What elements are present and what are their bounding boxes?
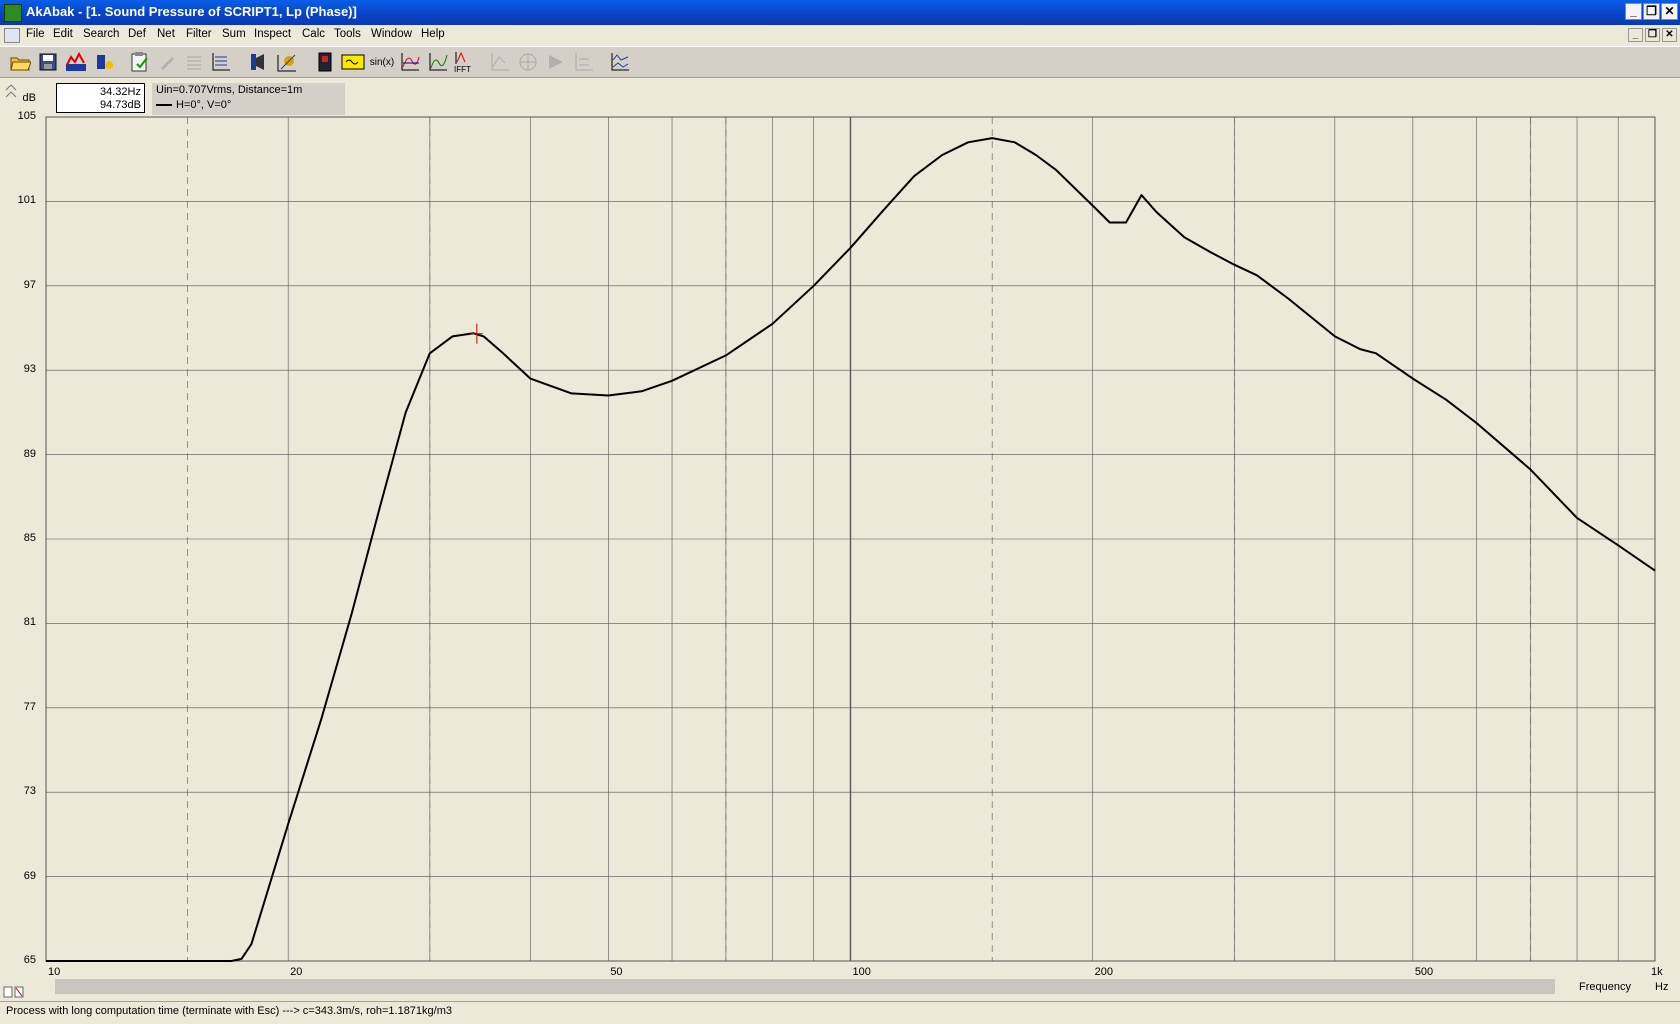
- y-tick-label: 93: [23, 363, 36, 376]
- page-icons[interactable]: [3, 986, 25, 998]
- x-tick-label: 100: [852, 966, 871, 978]
- x-axis-unit: Hz: [1655, 981, 1669, 993]
- y-tick-label: 85: [23, 532, 36, 544]
- y-tick-label: 101: [17, 194, 36, 207]
- y-tick-label: 97: [23, 278, 36, 291]
- y-tick-label: 105: [17, 110, 36, 122]
- x-tick-label: 10: [48, 966, 61, 978]
- status-bar: Process with long computation time (term…: [0, 1001, 1680, 1024]
- x-tick-label: 50: [610, 966, 623, 978]
- y-tick-label: 73: [23, 785, 36, 798]
- x-tick-label: 1k: [1651, 966, 1663, 978]
- x-tick-label: 200: [1094, 966, 1114, 978]
- y-tick-label: 81: [23, 616, 36, 629]
- status-text: Process with long computation time (term…: [6, 1005, 452, 1017]
- y-tick-label: 77: [23, 700, 36, 713]
- frequency-response-chart[interactable]: [0, 0, 1680, 1000]
- y-tick-label: 65: [23, 954, 36, 966]
- y-tick-label: 69: [23, 869, 36, 882]
- horizontal-scrollbar[interactable]: [55, 979, 1555, 994]
- x-tick-label: 500: [1414, 966, 1434, 978]
- x-tick-label: 20: [290, 966, 303, 978]
- y-tick-label: 89: [23, 447, 36, 460]
- x-axis-title: Frequency: [1579, 981, 1631, 993]
